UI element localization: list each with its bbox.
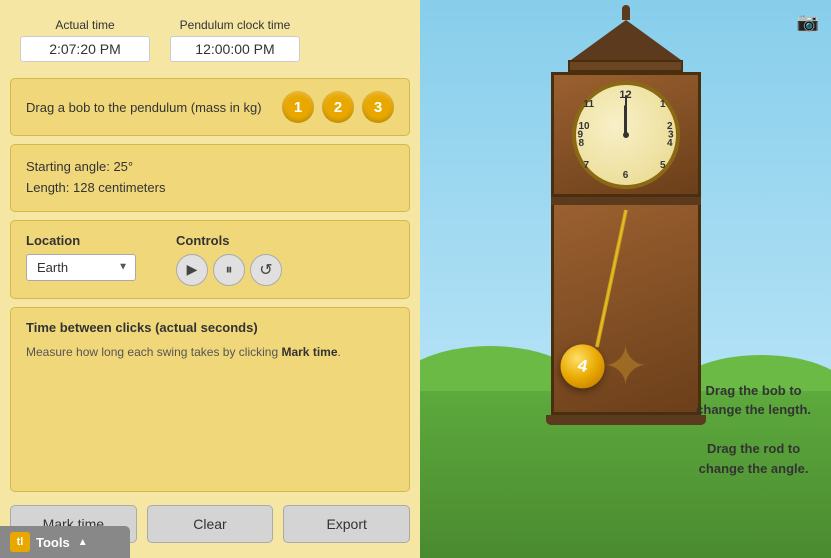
time-section: Actual time 2:07:20 PM Pendulum clock ti…	[10, 10, 410, 70]
clock-num-10: 10	[579, 121, 590, 132]
clock-roof-base	[568, 60, 683, 72]
left-panel: Actual time 2:07:20 PM Pendulum clock ti…	[0, 0, 420, 558]
clock-finial	[622, 5, 630, 20]
mark-time-link[interactable]: Mark time	[281, 345, 337, 359]
location-select-wrapper: Earth Moon Jupiter Planet X ▼	[26, 254, 136, 281]
pendulum-rod	[594, 210, 627, 348]
length-info: Length: 128 centimeters	[26, 178, 394, 199]
info-section: Starting angle: 25° Length: 128 centimet…	[10, 144, 410, 212]
right-panel: 📷 12 1 2 3 4 5 6	[420, 0, 831, 558]
location-select[interactable]: Earth Moon Jupiter Planet X	[26, 254, 136, 281]
tbc-description: Measure how long each swing takes by cli…	[26, 343, 394, 361]
camera-icon[interactable]: 📷	[797, 12, 819, 33]
clock-num-4: 4	[667, 138, 673, 149]
clock-num-5: 5	[660, 160, 666, 171]
clock-separator	[551, 197, 701, 205]
controls-label: Controls	[176, 233, 282, 248]
drag-hint-line2: change the length.	[696, 400, 811, 420]
bob-instruction: Drag a bob to the pendulum (mass in kg)	[26, 100, 272, 115]
clock-assembly: 12 1 2 3 4 5 6 7 8 9 10 11	[546, 5, 706, 425]
tools-arrow-icon: ▲	[78, 537, 88, 548]
clock-center-dot	[623, 132, 629, 138]
tbc-title: Time between clicks (actual seconds)	[26, 320, 394, 335]
reset-button[interactable]: ↺	[250, 254, 282, 286]
angle-info: Starting angle: 25°	[26, 157, 394, 178]
pause-button[interactable]: ⏸	[213, 254, 245, 286]
loc-ctrl-section: Location Earth Moon Jupiter Planet X ▼ C…	[10, 220, 410, 299]
location-group: Location Earth Moon Jupiter Planet X ▼	[26, 233, 136, 281]
clock-face: 12 1 2 3 4 5 6 7 8 9 10 11	[572, 81, 680, 189]
clock-num-1: 1	[660, 99, 666, 110]
clock-num-7: 7	[584, 160, 590, 171]
pendulum-time-value: 12:00:00 PM	[170, 36, 300, 62]
actual-time-value: 2:07:20 PM	[20, 36, 150, 62]
pendulum-time-box: Pendulum clock time 12:00:00 PM	[170, 18, 300, 62]
tools-logo: tl	[10, 532, 30, 552]
location-label: Location	[26, 233, 136, 248]
clear-button[interactable]: Clear	[147, 505, 274, 543]
drag-hint-line1: Drag the bob to	[696, 381, 811, 401]
clock-num-11: 11	[584, 99, 595, 110]
pendulum-time-label: Pendulum clock time	[180, 18, 291, 32]
ctrl-buttons: ▶ ⏸ ↺	[176, 254, 282, 286]
grandfather-clock: 12 1 2 3 4 5 6 7 8 9 10 11	[546, 5, 706, 425]
clock-body: ✦ 4	[551, 205, 701, 415]
star-decoration: ✦	[602, 339, 648, 394]
bob-3[interactable]: 3	[362, 91, 394, 123]
clock-base	[546, 415, 706, 425]
bob-section: Drag a bob to the pendulum (mass in kg) …	[10, 78, 410, 136]
clock-head: 12 1 2 3 4 5 6 7 8 9 10 11	[551, 72, 701, 197]
tools-label: Tools	[36, 535, 70, 550]
controls-group: Controls ▶ ⏸ ↺	[176, 233, 282, 286]
export-button[interactable]: Export	[283, 505, 410, 543]
play-button[interactable]: ▶	[176, 254, 208, 286]
drag-hints: Drag the bob to change the length. Drag …	[696, 381, 811, 479]
tbc-section: Time between clicks (actual seconds) Mea…	[10, 307, 410, 492]
drag-hint-line3: Drag the rod to	[696, 439, 811, 459]
pendulum-bob[interactable]: 4	[556, 340, 608, 392]
actual-time-label: Actual time	[55, 18, 114, 32]
drag-hint-line4: change the angle.	[696, 459, 811, 479]
tools-bar[interactable]: tl Tools ▲	[0, 526, 130, 558]
minute-hand	[625, 95, 627, 135]
bob-1[interactable]: 1	[282, 91, 314, 123]
actual-time-box: Actual time 2:07:20 PM	[20, 18, 150, 62]
bob-circles: 1 2 3	[282, 91, 394, 123]
clock-num-6: 6	[623, 170, 629, 181]
clock-roof-triangle	[571, 20, 681, 60]
bob-2[interactable]: 2	[322, 91, 354, 123]
